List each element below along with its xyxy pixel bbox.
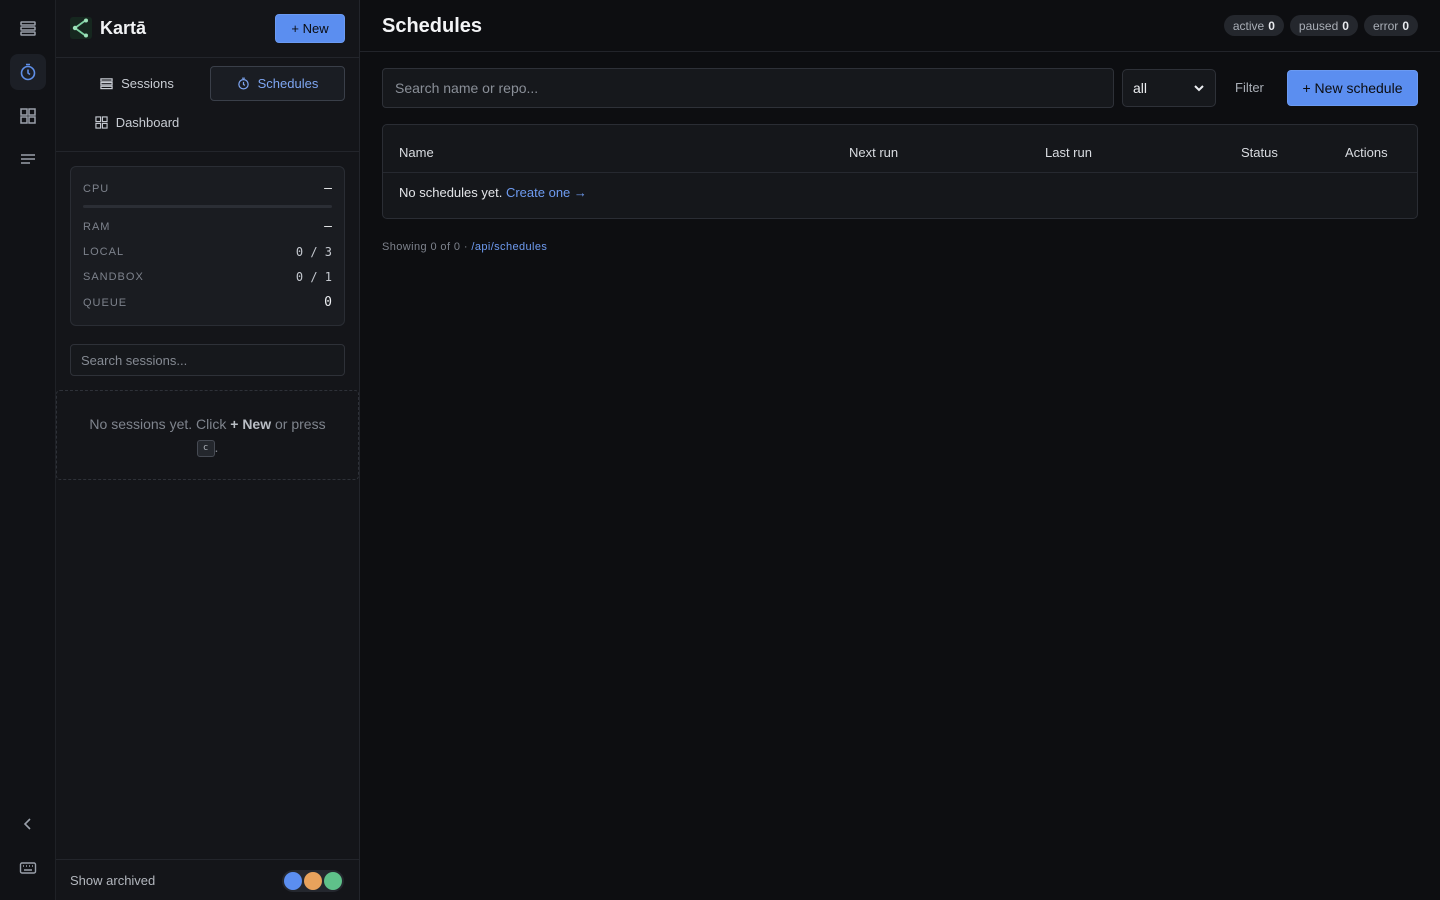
stat-value: 0 / 1 [295, 270, 332, 284]
stat-value: — [324, 219, 332, 234]
resource-stats-panel: CPU — RAM — LOCAL 0 / 3 SANDBOX 0 / 1 QU… [70, 166, 345, 326]
chevron-down-icon [1194, 85, 1204, 92]
theme-dot-blue[interactable] [284, 872, 302, 890]
list-icon [20, 21, 36, 36]
shortcut-key: c [196, 439, 215, 457]
tab-schedules-label: Schedules [257, 76, 319, 91]
empty-new-hint: + New [230, 416, 272, 432]
keyboard-icon [19, 862, 37, 874]
column-header-last-run[interactable]: Last run [1045, 145, 1092, 160]
stat-ram: RAM — [83, 219, 332, 234]
tab-dashboard[interactable]: Dashboard [70, 105, 204, 140]
badge-count: 0 [1342, 18, 1349, 33]
sidebar: Kartā + New Sessions Schedules Dashboard… [56, 0, 360, 900]
rail-sessions-button[interactable] [10, 10, 46, 46]
show-archived-toggle[interactable]: Show archived [70, 873, 155, 888]
badge-label: paused [1298, 18, 1339, 33]
theme-dot-orange[interactable] [304, 872, 322, 890]
rail-schedules-button[interactable] [10, 54, 46, 90]
karta-logo-icon [70, 17, 92, 39]
app-root: Kartā + New Sessions Schedules Dashboard… [0, 0, 1440, 900]
column-header-next-run[interactable]: Next run [849, 145, 898, 160]
create-schedule-link[interactable]: Create one → [506, 185, 587, 200]
tab-sessions[interactable]: Sessions [70, 66, 204, 101]
tab-sessions-label: Sessions [121, 76, 174, 91]
status-badges: active 0 paused 0 error 0 [1223, 15, 1418, 36]
status-filter-select[interactable]: all [1122, 69, 1216, 107]
brand[interactable]: Kartā [70, 16, 146, 40]
schedules-table: Name Next run Last run Status Actions No… [382, 124, 1418, 219]
stat-local: LOCAL 0 / 3 [83, 245, 332, 259]
keyboard-shortcuts-button[interactable] [10, 850, 46, 886]
divider [56, 57, 360, 58]
collapse-sidebar-button[interactable] [10, 806, 46, 842]
stat-value: 0 / 3 [295, 245, 332, 259]
stat-label: CPU [83, 182, 110, 195]
select-value: all [1133, 80, 1148, 96]
stat-label: LOCAL [83, 246, 125, 258]
list-icon [100, 78, 113, 90]
clock-icon [20, 63, 36, 81]
rail-logs-button[interactable] [10, 142, 46, 178]
stat-label: RAM [83, 220, 111, 233]
stat-value: — [324, 181, 332, 196]
status-badge-paused: paused 0 [1289, 15, 1358, 36]
empty-text: No sessions yet. Click [89, 416, 231, 432]
sidebar-footer: Show archived [56, 859, 360, 900]
sessions-empty-state: No sessions yet. Click + New or press c. [56, 390, 359, 480]
status-badge-error: error 0 [1363, 15, 1418, 36]
column-header-status[interactable]: Status [1241, 145, 1278, 160]
main-content: Schedules active0 paused0 error0 all Fil… [360, 0, 1440, 900]
showing-count: Showing 0 of 0 · [382, 241, 472, 253]
chevron-left-icon [23, 818, 31, 830]
stat-label: QUEUE [83, 296, 128, 309]
divider [383, 172, 1417, 173]
badge-label: active [1232, 18, 1265, 33]
tab-schedules[interactable]: Schedules [210, 66, 345, 101]
empty-text: or press [271, 416, 326, 432]
icon-rail [0, 0, 56, 900]
filter-button[interactable]: Filter [1235, 80, 1264, 95]
stat-cpu: CPU — [83, 181, 332, 196]
log-icon [21, 154, 35, 164]
rail-dashboard-button[interactable] [10, 98, 46, 134]
divider [360, 51, 1440, 52]
theme-dot-green[interactable] [324, 872, 342, 890]
badge-count: 0 [1268, 18, 1275, 33]
dashboard-icon [95, 116, 108, 129]
column-header-name[interactable]: Name [399, 145, 434, 160]
api-link[interactable]: /api/schedules [471, 241, 547, 253]
badge-count: 0 [1402, 18, 1409, 33]
session-search-input[interactable] [70, 344, 345, 376]
new-schedule-button[interactable]: + New schedule [1287, 70, 1418, 106]
stat-value: 0 [324, 295, 332, 310]
clock-icon [237, 77, 249, 90]
stat-sandbox: SANDBOX 0 / 1 [83, 270, 332, 284]
stat-queue: QUEUE 0 [83, 295, 332, 310]
results-summary: Showing 0 of 0 · /api/schedules [382, 241, 547, 253]
empty-text: . [214, 439, 219, 455]
dashboard-icon [20, 108, 36, 124]
column-header-actions: Actions [1345, 145, 1388, 160]
cpu-usage-bar [83, 205, 332, 208]
schedule-search-input[interactable] [382, 68, 1114, 108]
tab-dashboard-label: Dashboard [115, 115, 180, 130]
new-session-button[interactable]: + New [275, 14, 345, 43]
stat-label: SANDBOX [83, 271, 144, 283]
page-title: Schedules [382, 15, 483, 37]
badge-label: error [1372, 18, 1399, 33]
divider [56, 151, 360, 152]
empty-text: No schedules yet. [399, 185, 506, 200]
brand-name: Kartā [100, 17, 147, 38]
status-badge-active: active 0 [1223, 15, 1284, 36]
theme-picker [282, 870, 344, 892]
table-empty-state: No schedules yet. Create one → [399, 185, 587, 200]
